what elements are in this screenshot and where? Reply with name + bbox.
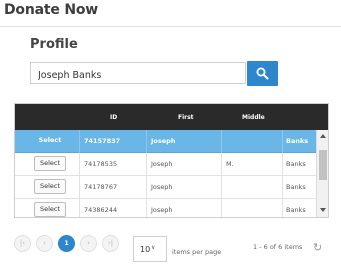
cell-divider <box>79 199 80 217</box>
page-size-label: items per page <box>172 248 222 256</box>
table-row[interactable]: Select 74157837 Joseph Banks <box>15 130 316 153</box>
cell-divider <box>221 199 222 217</box>
cell-divider <box>146 130 147 153</box>
header-divider <box>0 26 341 27</box>
select-button[interactable]: Select <box>34 202 66 217</box>
cell-divider <box>79 153 80 176</box>
refresh-icon[interactable]: ↻ <box>313 241 322 254</box>
cell-id: 74157837 <box>84 137 121 145</box>
scroll-up-icon[interactable] <box>320 134 326 138</box>
results-grid: ID First Middle Select 74157837 Joseph B… <box>14 103 329 218</box>
profile-heading: Profile <box>30 37 78 52</box>
cell-divider <box>146 153 147 176</box>
search-icon <box>256 67 269 80</box>
cell-divider <box>221 176 222 199</box>
cell-divider <box>221 130 222 153</box>
table-row[interactable]: Select 74178767 Joseph Banks <box>15 176 316 199</box>
cell-middle: M. <box>226 160 234 168</box>
scroll-thumb[interactable] <box>319 150 327 180</box>
table-row[interactable]: Select 74386244 Joseph Banks <box>15 199 316 217</box>
scroll-down-icon[interactable] <box>320 208 326 212</box>
cell-divider <box>282 176 283 199</box>
search-input[interactable] <box>31 65 245 86</box>
page-title: Donate Now <box>4 2 98 18</box>
last-page-icon[interactable]: ›| <box>102 235 119 252</box>
cell-last: Banks <box>286 160 306 168</box>
column-header-first[interactable]: First <box>178 114 194 121</box>
cell-first: Joseph <box>151 183 173 191</box>
select-button[interactable]: Select <box>34 156 66 171</box>
select-button[interactable]: Select <box>34 134 66 149</box>
page-button-current[interactable]: 1 <box>58 235 75 252</box>
column-header-id[interactable]: ID <box>110 114 117 121</box>
cell-id: 74178535 <box>84 160 118 168</box>
page-size-value: 10 <box>140 245 151 254</box>
cell-divider <box>221 153 222 176</box>
cell-last: Banks <box>286 137 309 145</box>
pager-info: 1 - 6 of 6 items <box>253 243 303 251</box>
first-page-icon[interactable]: |‹ <box>14 235 31 252</box>
cell-last: Banks <box>286 183 306 191</box>
cell-last: Banks <box>286 206 306 214</box>
cell-divider <box>146 176 147 199</box>
column-header-middle[interactable]: Middle <box>242 114 265 121</box>
cell-first: Joseph <box>151 206 173 214</box>
grid-header: ID First Middle <box>15 104 328 130</box>
cell-first: Joseph <box>151 160 173 168</box>
table-row[interactable]: Select 74178535 Joseph M. Banks <box>15 153 316 176</box>
grid-scrollbar[interactable] <box>316 130 328 217</box>
search-button[interactable] <box>247 61 278 86</box>
cell-divider <box>79 176 80 199</box>
search-box <box>30 62 246 86</box>
cell-divider <box>146 199 147 217</box>
cell-divider <box>282 199 283 217</box>
chevron-down-icon: ∨ <box>151 244 156 251</box>
page-size-dropdown[interactable]: 10 ∨ <box>133 236 167 262</box>
cell-id: 74178767 <box>84 183 118 191</box>
cell-first: Joseph <box>151 137 176 145</box>
cell-divider <box>79 130 80 153</box>
cell-divider <box>282 130 283 153</box>
prev-page-icon[interactable]: ‹ <box>36 235 53 252</box>
cell-divider <box>282 153 283 176</box>
next-page-icon[interactable]: › <box>80 235 97 252</box>
select-button[interactable]: Select <box>34 179 66 194</box>
cell-id: 74386244 <box>84 206 118 214</box>
